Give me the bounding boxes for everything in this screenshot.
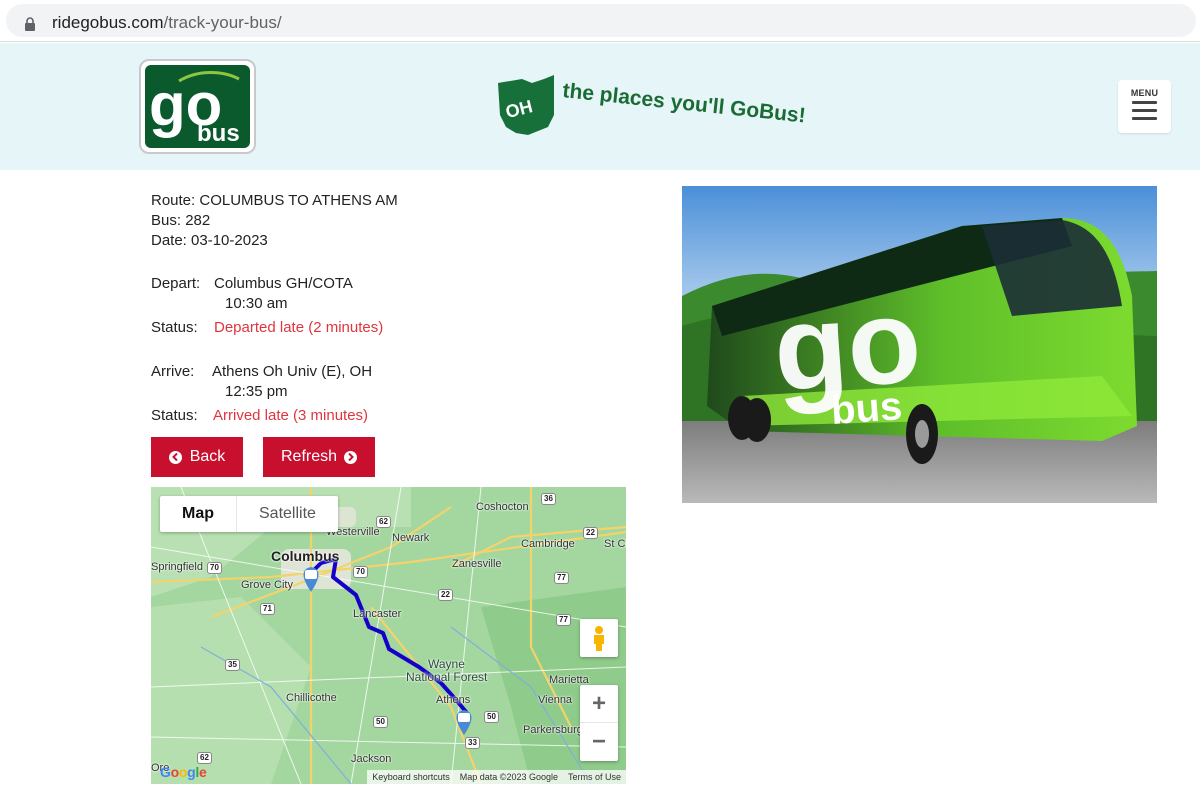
url-field[interactable]: ridegobus.com/track-your-bus/	[6, 4, 1196, 37]
route-shield: 62	[376, 516, 391, 528]
hamburger-icon	[1132, 101, 1157, 104]
route-shield: 22	[438, 589, 453, 601]
map-label-grove-city: Grove City	[241, 579, 293, 591]
hamburger-icon-bar	[1132, 117, 1157, 120]
route-shield: 70	[207, 562, 222, 574]
menu-label: MENU	[1130, 88, 1159, 98]
map-label-zanesville: Zanesville	[452, 558, 502, 570]
chevron-left-icon	[168, 450, 182, 464]
map-footer: Keyboard shortcuts Map data ©2023 Google…	[367, 770, 626, 784]
arrive-line: Arrive: Athens Oh Univ (E), OH	[151, 363, 373, 380]
bus-line: Bus: 282	[151, 212, 211, 229]
map-label-athens: Athens	[436, 694, 471, 706]
map-label-national-forest: National Forest	[406, 670, 488, 684]
map-label-coshocton: Coshocton	[476, 501, 529, 513]
map-label-newark: Newark	[392, 532, 430, 544]
back-label: Back	[189, 448, 226, 465]
terms-of-use-link[interactable]: Terms of Use	[563, 770, 626, 784]
arrive-status: Arrived late (3 minutes)	[213, 407, 369, 424]
map-tab-map[interactable]: Map	[160, 496, 236, 532]
zoom-out-button[interactable]: −	[580, 723, 618, 761]
depart-line: Depart: Columbus GH/COTA	[151, 275, 353, 292]
map-label-vienna: Vienna	[538, 694, 573, 706]
arrive-location: Athens Oh Univ (E), OH	[212, 363, 373, 380]
lock-icon	[25, 17, 35, 31]
chevron-right-icon	[344, 450, 358, 464]
map-label-columbus: Columbus	[271, 548, 340, 564]
route-shield: 36	[541, 493, 556, 505]
route-shield: 50	[484, 711, 499, 723]
date-line: Date: 03-10-2023	[151, 232, 268, 249]
tagline-text: the places you'll GoBus!	[561, 79, 806, 127]
depart-time: 10:30 am	[225, 295, 288, 312]
zoom-in-button[interactable]: +	[580, 685, 618, 723]
arrive-time: 12:35 pm	[225, 383, 288, 400]
site-header: go bus OH the places you'll GoBus! MENU	[0, 43, 1200, 170]
map-tab-satellite[interactable]: Satellite	[236, 496, 338, 532]
route-line: Route: COLUMBUS TO ATHENS AM	[151, 192, 398, 209]
refresh-label: Refresh	[280, 448, 338, 465]
map-data-attribution: Map data ©2023 Google	[459, 772, 558, 782]
map-label-st-cl: St Cl	[604, 538, 626, 550]
arrive-status-line: Status: Arrived late (3 minutes)	[151, 407, 369, 424]
route-map[interactable]: Columbus Westerville Newark Coshocton Ca…	[151, 487, 626, 784]
depart-status-line: Status: Departed late (2 minutes)	[151, 319, 384, 336]
route-shield: 62	[197, 752, 212, 764]
map-label-parkersburg: Parkersburg	[523, 724, 583, 736]
depart-location: Columbus GH/COTA	[214, 275, 353, 292]
route-shield: 77	[554, 572, 569, 584]
map-type-control: Map Satellite	[160, 496, 338, 532]
route-shield: 50	[373, 716, 388, 728]
map-label-chillicothe: Chillicothe	[286, 692, 337, 704]
route-value: COLUMBUS TO ATHENS AM	[199, 192, 398, 209]
svg-text:bus: bus	[830, 384, 904, 433]
depart-status: Departed late (2 minutes)	[214, 319, 384, 336]
map-label-springfield: Springfield	[151, 561, 203, 573]
route-shield: 71	[260, 603, 275, 615]
bus-value: 282	[185, 212, 211, 229]
hamburger-icon-bar	[1132, 109, 1157, 112]
route-shield: 35	[225, 659, 240, 671]
browser-address-bar: ridegobus.com/track-your-bus/	[0, 0, 1200, 42]
gobus-logo[interactable]: go bus	[139, 59, 256, 154]
bus-photo: go bus	[682, 186, 1157, 503]
tagline-banner: OH the places you'll GoBus!	[492, 69, 867, 144]
google-logo[interactable]: Google	[160, 764, 207, 780]
route-shield: 33	[465, 737, 480, 749]
back-button[interactable]: Back	[151, 437, 243, 477]
menu-button[interactable]: MENU	[1118, 80, 1171, 133]
route-shield: 77	[556, 614, 571, 626]
logo-bus-text: bus	[197, 120, 240, 147]
map-label-cambridge: Cambridge	[521, 538, 575, 550]
keyboard-shortcuts-link[interactable]: Keyboard shortcuts	[367, 770, 455, 784]
refresh-button[interactable]: Refresh	[263, 437, 375, 477]
url-text[interactable]: ridegobus.com/track-your-bus/	[52, 13, 282, 33]
map-label-jackson: Jackson	[351, 753, 392, 765]
date-value: 03-10-2023	[191, 232, 268, 249]
route-shield: 70	[353, 566, 368, 578]
map-label-wayne: Wayne	[428, 657, 465, 671]
map-label-lancaster: Lancaster	[353, 608, 402, 620]
route-shield: 22	[583, 527, 598, 539]
street-view-pegman-icon[interactable]	[580, 619, 618, 657]
zoom-control: + −	[580, 685, 618, 761]
